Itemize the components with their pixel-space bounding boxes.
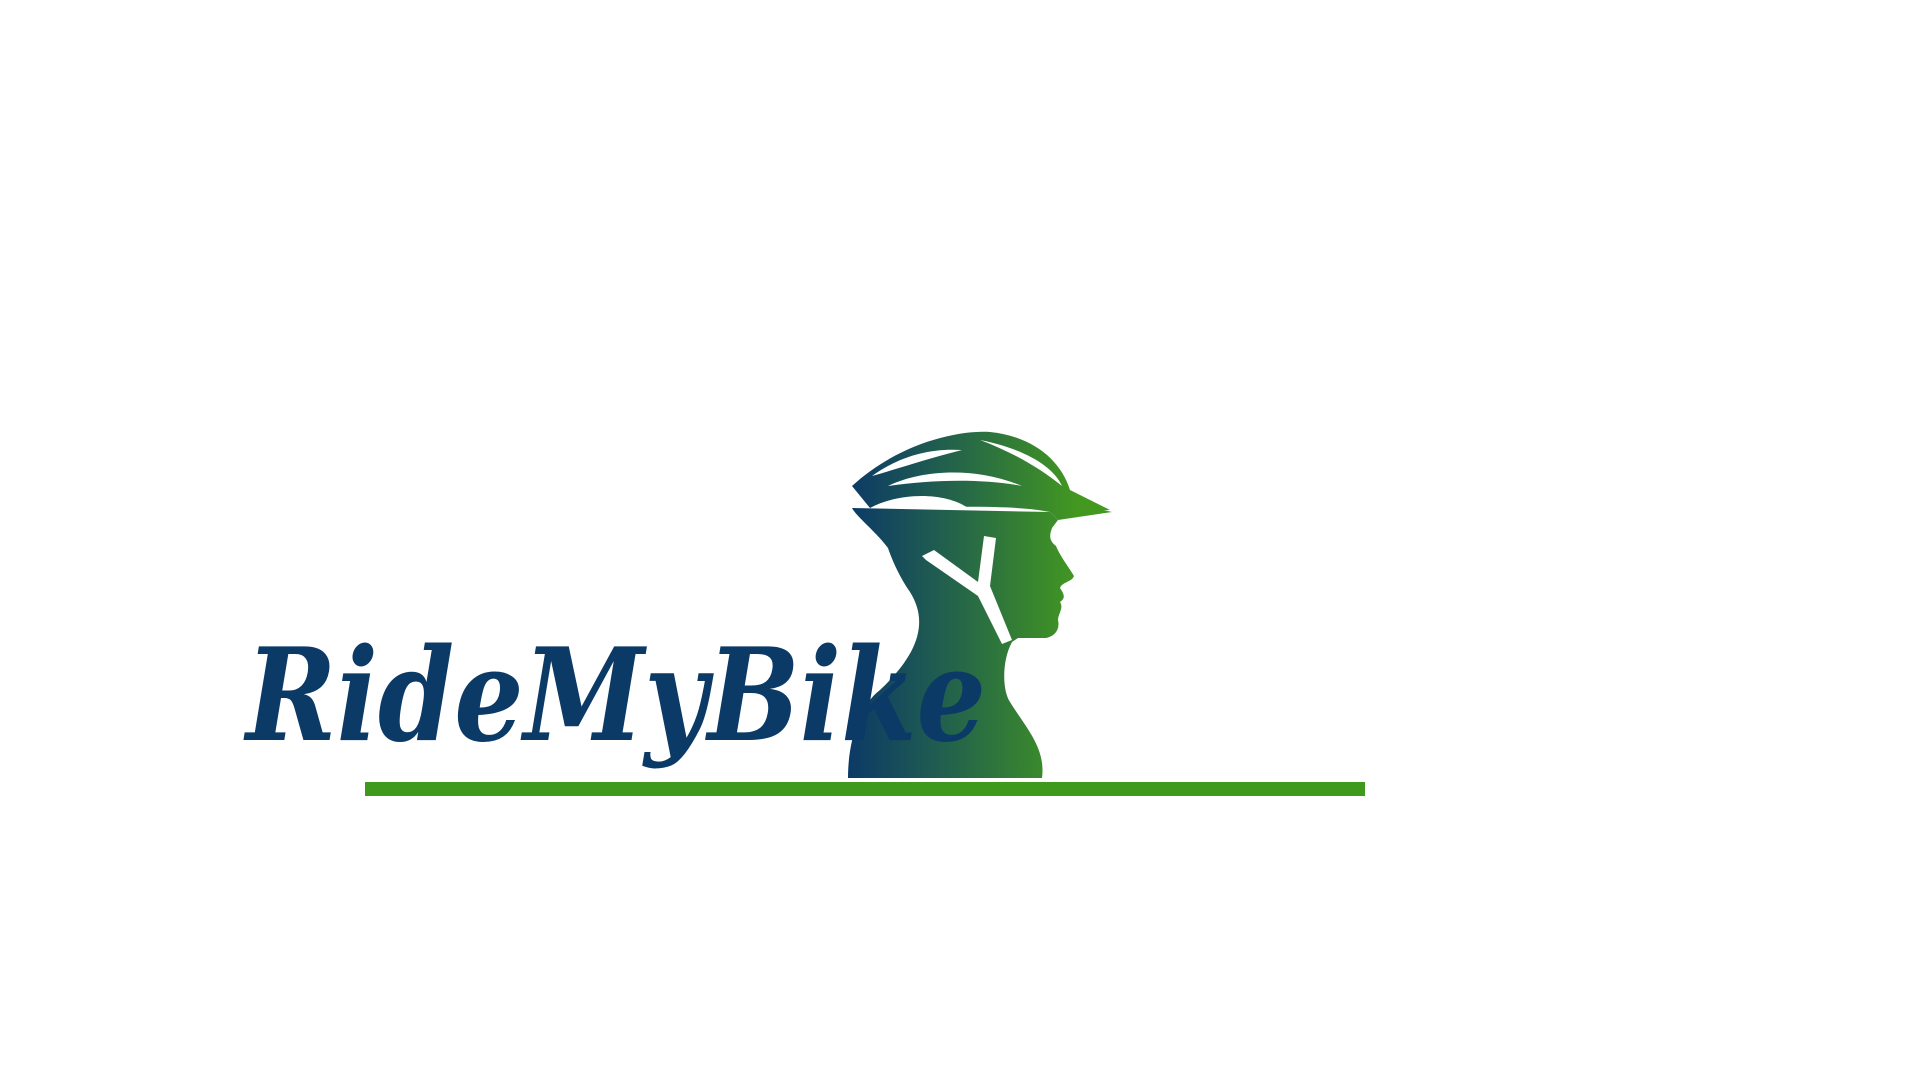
logo-underline: [365, 782, 1365, 796]
logo-graphic: RideMyBike: [243, 431, 1365, 796]
logo-wordmark: RideMyBike: [243, 621, 986, 771]
helmet-shell: [852, 431, 1110, 512]
ridemybike-logo: RideMyBike: [0, 0, 1920, 1080]
logo-canvas: RideMyBike: [0, 0, 1920, 1080]
